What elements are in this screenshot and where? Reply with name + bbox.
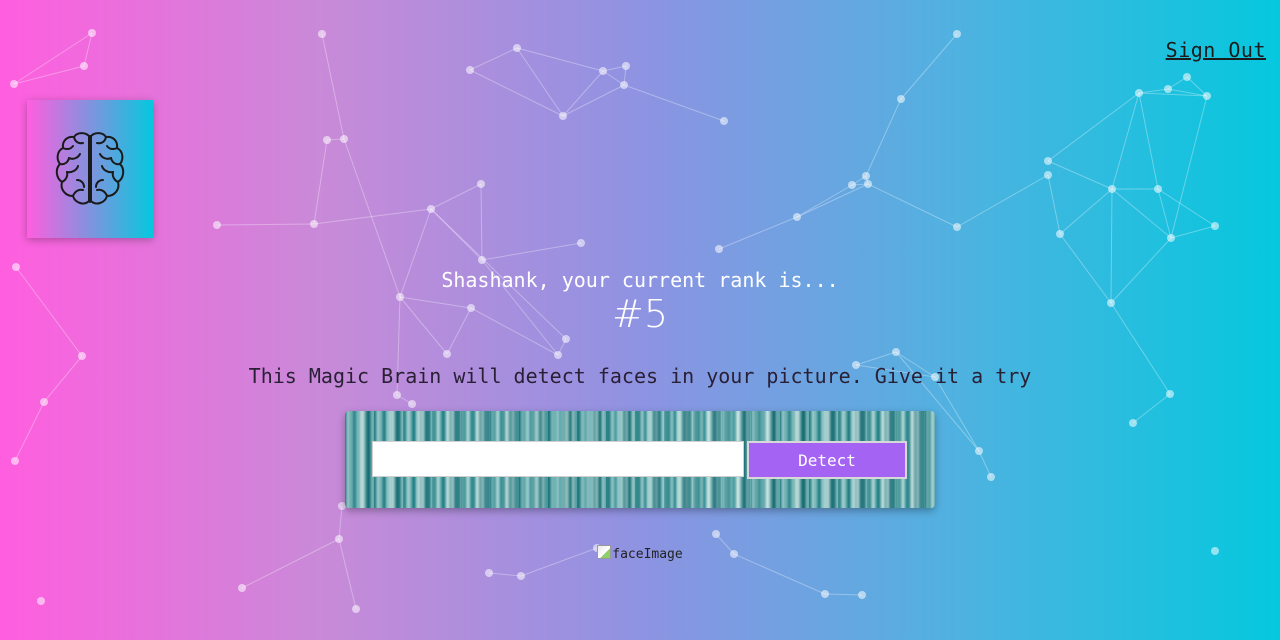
intro-text: This Magic Brain will detect faces in yo… (248, 364, 1032, 388)
image-url-input[interactable] (372, 441, 744, 477)
face-image: faceImage (0, 545, 1280, 562)
rank-message: Shashank, your current rank is... (441, 268, 839, 292)
broken-image-icon (597, 545, 612, 559)
logo-card (27, 100, 153, 238)
detect-button[interactable]: Detect (747, 441, 907, 479)
brain-icon (55, 132, 125, 205)
sign-out-link[interactable]: Sign Out (1166, 38, 1266, 62)
image-link-form: Detect (345, 411, 935, 508)
rank-value: #5 (611, 292, 669, 336)
face-image-alt-text: faceImage (612, 547, 683, 562)
